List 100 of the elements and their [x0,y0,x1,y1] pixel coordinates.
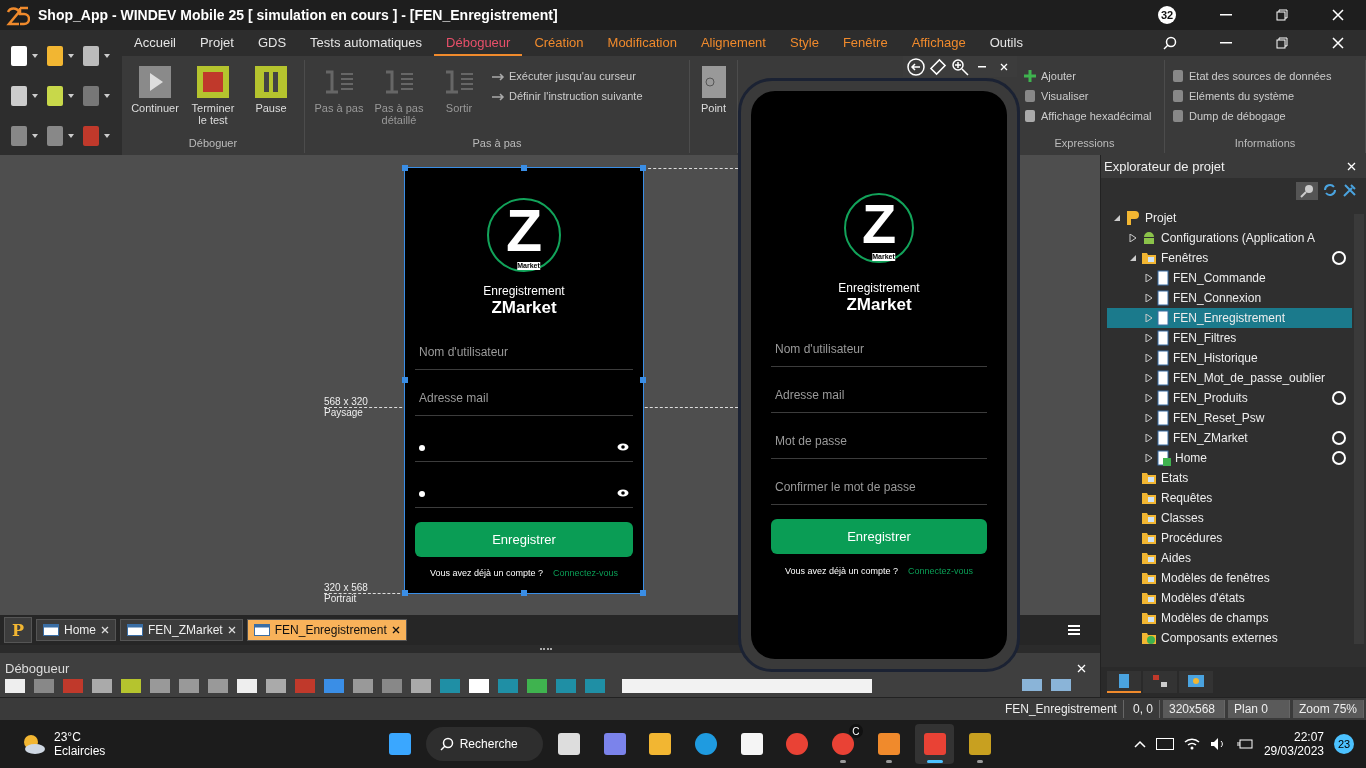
ribbon-command[interactable]: Affichage hexadécimal [1023,108,1152,124]
expand-icon[interactable] [1145,414,1153,422]
tree-item[interactable]: Modèles de champs [1107,608,1352,628]
tree-item[interactable]: Modèles de fenêtres [1107,568,1352,588]
expand-icon[interactable] [1145,294,1153,302]
ribbon-tab[interactable]: Tests automatiques [298,30,435,56]
register-button[interactable]: Enregistrer [415,522,633,557]
ribbon-command[interactable]: Eléments du système [1171,88,1332,104]
tree-item[interactable]: Aides [1107,548,1352,568]
ribbon-tab[interactable]: Projet [187,30,246,56]
tree-item[interactable]: Configurations (Application A [1107,228,1352,248]
expand-icon[interactable] [1129,234,1137,242]
resize-handle[interactable] [640,377,646,383]
resize-handle[interactable] [640,590,646,596]
ribbon-button[interactable]: Continuer [128,66,182,137]
ribbon-button[interactable]: Pause [244,66,298,137]
resize-handle[interactable] [640,165,646,171]
chevron-up-icon[interactable] [1133,740,1146,748]
resize-handle[interactable] [402,165,408,171]
collapse-icon[interactable] [1129,254,1137,262]
expand-icon[interactable] [1145,454,1153,462]
expand-icon[interactable] [1145,374,1153,382]
tree-item[interactable]: Fenêtres [1107,248,1352,268]
collapse-icon[interactable] [1113,214,1121,222]
input-field[interactable]: Nom d'utilisateur [415,324,633,370]
resize-handle[interactable] [521,165,527,171]
login-link[interactable]: Connectez-vous [908,564,974,578]
ribbon-tab[interactable]: Accueil [122,30,188,56]
wifi-icon[interactable] [1183,738,1200,750]
ribbon-tab[interactable]: Création [522,30,596,56]
ribbon-command[interactable]: Visualiser [1023,88,1152,104]
tree-item[interactable]: Classes [1107,508,1352,528]
input-field[interactable]: Adresse mail [415,370,633,416]
tree-item[interactable]: Modèles d'états [1107,588,1352,608]
register-button[interactable]: Enregistrer [771,519,987,554]
input-field[interactable]: Adresse mail [771,367,987,413]
taskbar-app[interactable]: C [823,724,863,764]
expand-icon[interactable] [1145,274,1153,282]
refresh-icon[interactable] [1322,182,1338,198]
ribbon-tab[interactable]: Modification [595,30,689,56]
document-tab[interactable]: Home [36,619,116,641]
menu-icon[interactable] [1068,625,1080,635]
ribbon-tab[interactable]: Outils [977,30,1035,56]
resize-handle[interactable] [402,377,408,383]
search-button[interactable]: Recherche [425,727,544,761]
tree-item[interactable]: FEN_Produits [1107,388,1352,408]
tree-item[interactable]: Requêtes [1107,488,1352,508]
login-link[interactable]: Connectez-vous [553,566,619,580]
tree-item[interactable]: Home [1107,448,1352,468]
tree-item[interactable]: Composants externes [1107,628,1352,648]
tree-item[interactable]: Etats [1107,468,1352,488]
ribbon-command[interactable]: Ajouter [1023,68,1152,84]
ribbon-tab[interactable]: Style [777,30,831,56]
settings-icon[interactable] [1342,182,1358,198]
ribbon-tab[interactable]: Fenêtre [830,30,900,56]
document-tab[interactable]: FEN_Enregistrement [246,619,407,641]
ribbon-command[interactable]: Définir l'instruction suivante [491,88,643,104]
ribbon-command[interactable]: Dump de débogage [1171,108,1332,124]
tree-item[interactable]: Procédures [1107,528,1352,548]
tree-item[interactable]: FEN_Mot_de_passe_oublier [1107,368,1352,388]
explorer-tab[interactable] [1179,671,1213,693]
tree-item[interactable]: FEN_Filtres [1107,328,1352,348]
ribbon-command[interactable]: Exécuter jusqu'au curseur [491,68,643,84]
tree-item[interactable]: FEN_ZMarket [1107,428,1352,448]
tree-item[interactable]: FEN_Commande [1107,268,1352,288]
back-button[interactable] [907,56,925,77]
document-tab[interactable]: FEN_ZMarket [120,619,243,641]
input-field[interactable]: Mot de passe [771,413,987,459]
rotate-button[interactable] [929,56,947,77]
close-icon[interactable] [391,626,400,634]
ribbon-tab[interactable]: Affichage [899,30,978,56]
notification-badge[interactable]: 23 [1334,734,1354,754]
tree-item[interactable]: FEN_Connexion [1107,288,1352,308]
taskbar-app[interactable] [914,724,955,764]
explorer-tab[interactable] [1143,671,1177,693]
tree-item[interactable]: FEN_Historique [1107,348,1352,368]
ribbon-tab[interactable]: Alignement [688,30,778,56]
explorer-tab[interactable] [1107,671,1141,693]
keyboard-icon[interactable] [1155,738,1174,750]
expand-icon[interactable] [1145,334,1153,342]
expand-icon[interactable] [1145,354,1153,362]
tree-item[interactable]: FEN_Enregistrement [1107,308,1352,328]
expand-icon[interactable] [1145,434,1153,442]
zoom-button[interactable] [951,56,969,77]
expression-field[interactable] [622,679,872,693]
expand-icon[interactable] [1145,394,1153,402]
input-field[interactable]: Nom d'utilisateur [771,321,987,367]
ribbon-command[interactable]: Etat des sources de données [1171,68,1332,84]
battery-icon[interactable] [1235,738,1254,750]
tree-item[interactable]: Projet [1107,208,1352,228]
ribbon-tab[interactable]: GDS [245,30,299,56]
resize-handle[interactable] [402,590,408,596]
input-field[interactable]: Confirmer le mot de passe [771,459,987,505]
tree-item[interactable]: FEN_Reset_Psw [1107,408,1352,428]
search-icon[interactable] [1296,182,1318,200]
volume-icon[interactable] [1209,737,1226,751]
project-button[interactable]: P [4,617,32,643]
resize-handle[interactable] [521,590,527,596]
ribbon-button[interactable]: Point [696,66,731,153]
ribbon-button[interactable]: Terminer le test [186,66,240,137]
